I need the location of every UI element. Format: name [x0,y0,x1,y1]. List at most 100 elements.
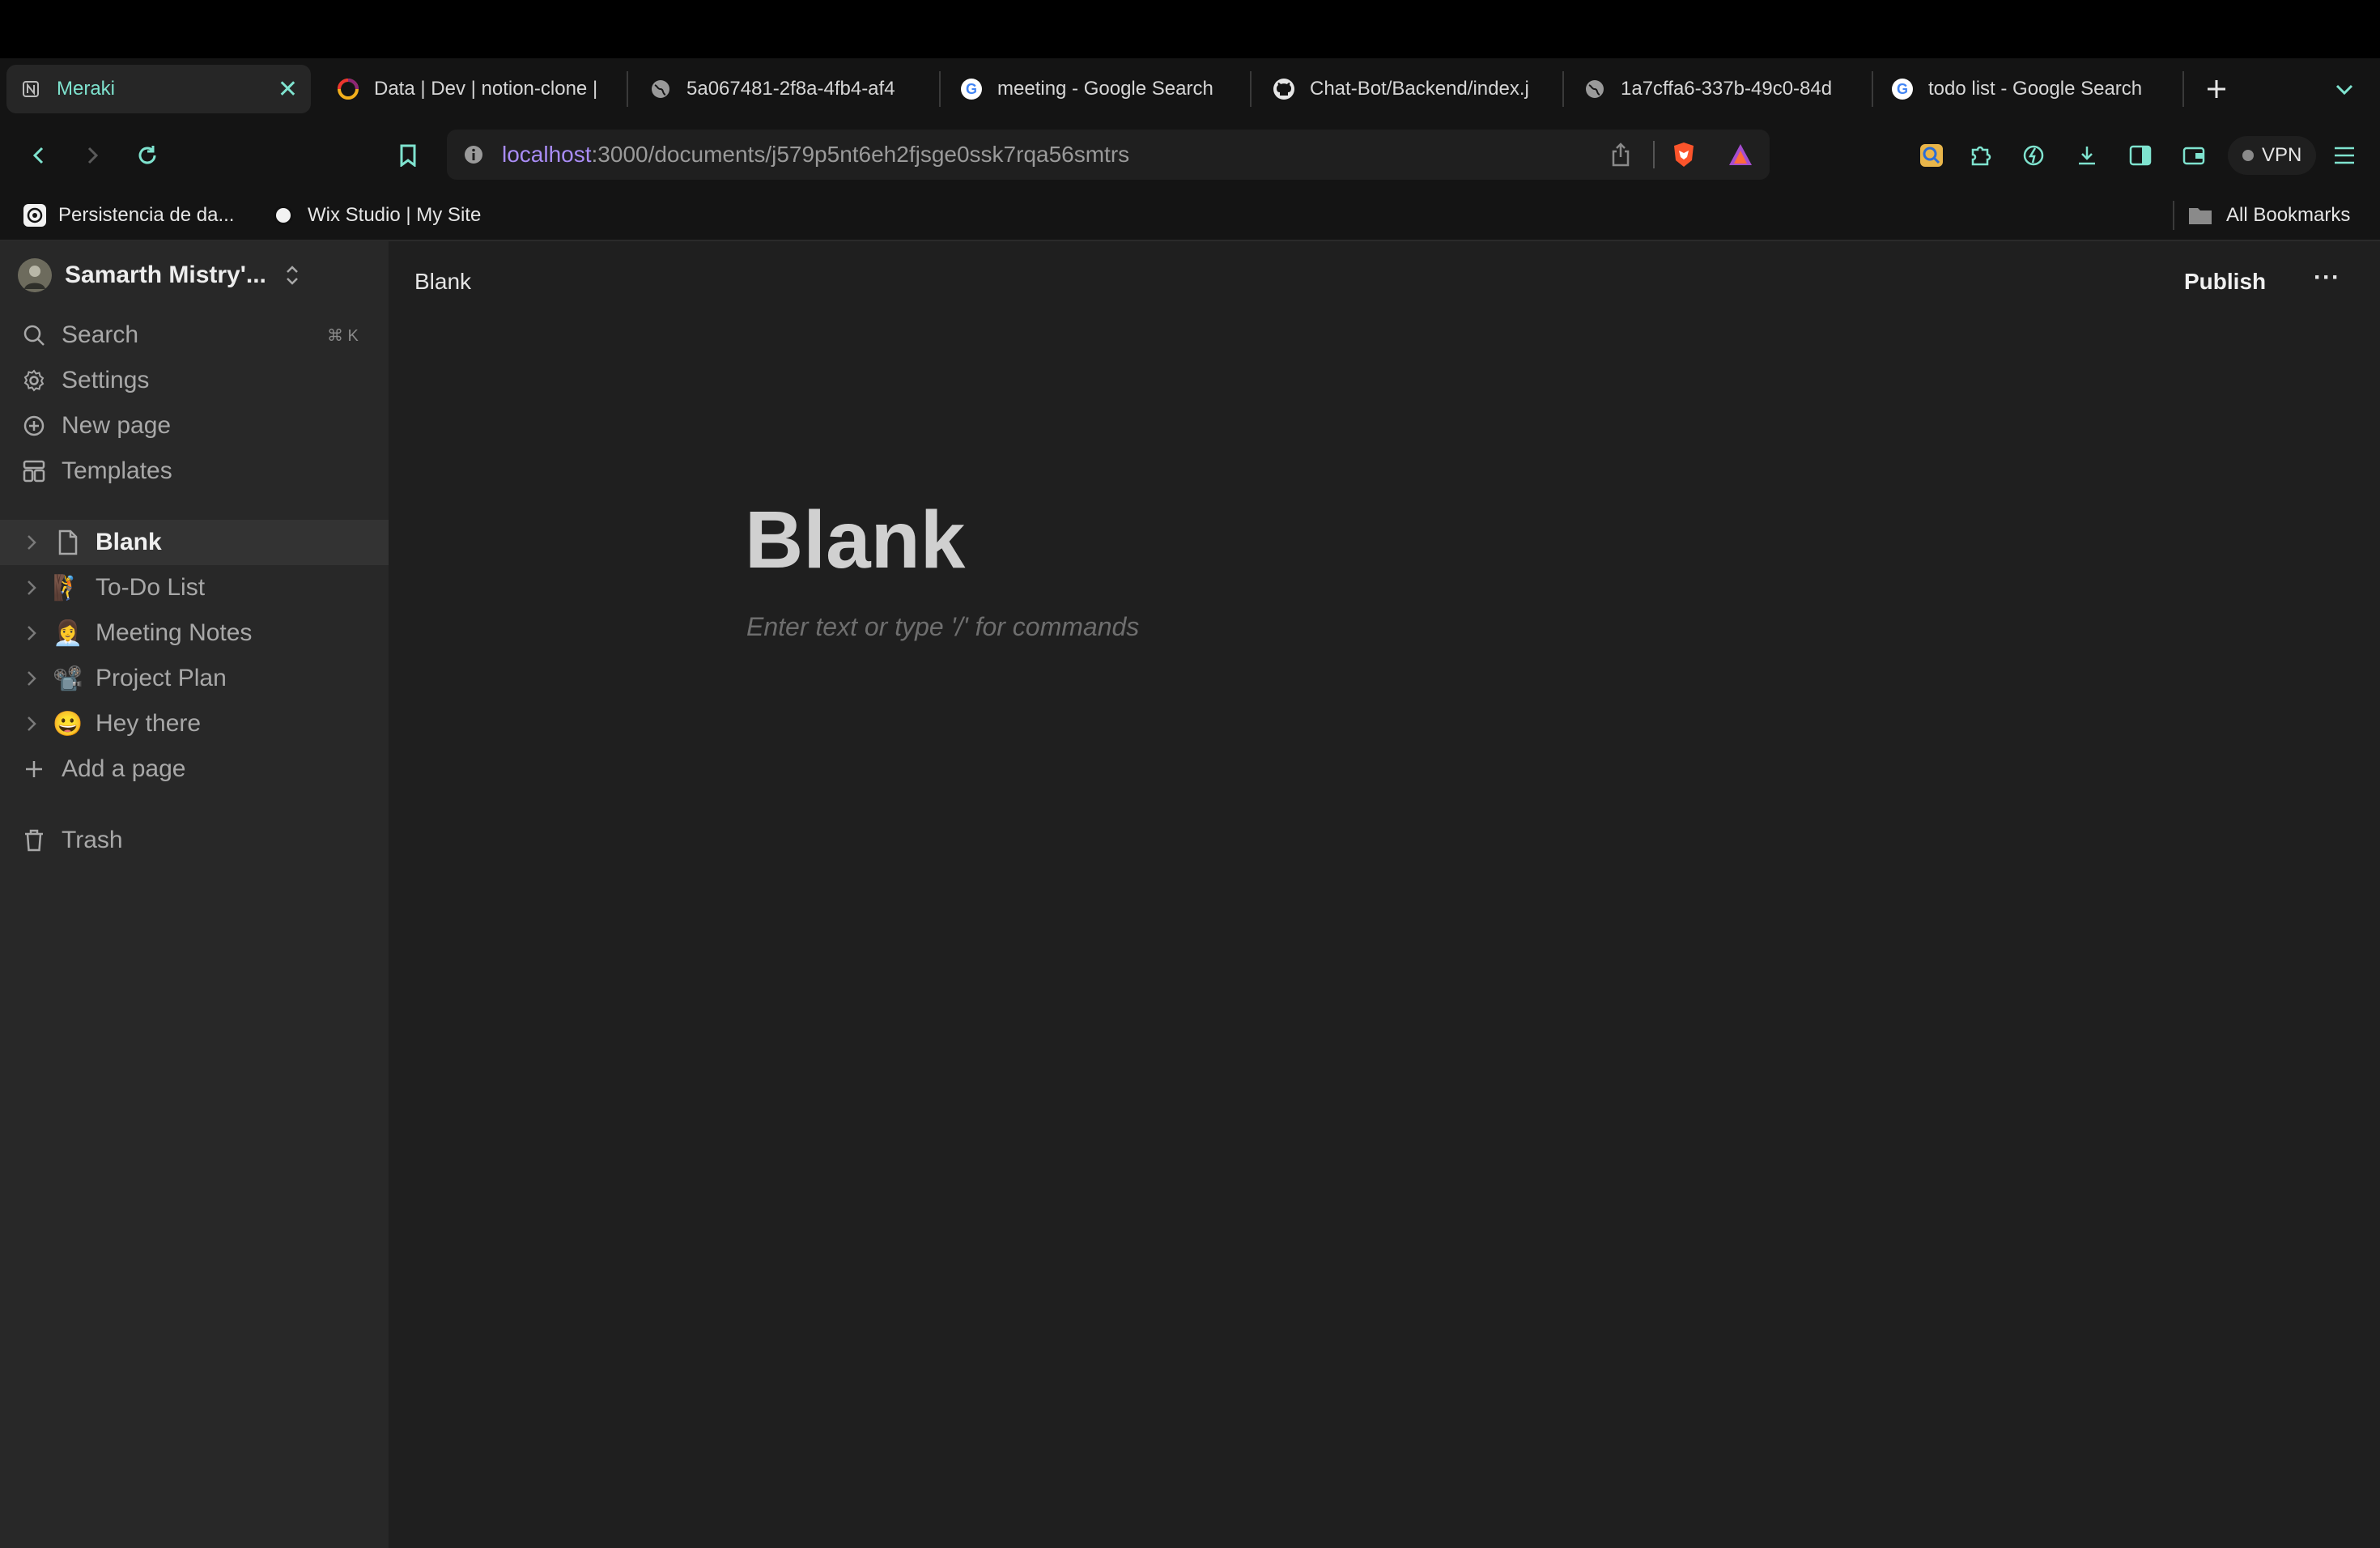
tab-separator [939,71,941,107]
sidebar-new-page[interactable]: New page [0,403,389,449]
google-icon: G [960,78,983,100]
editor-placeholder[interactable]: Enter text or type '/' for commands [746,612,1139,642]
chevron-right-icon[interactable] [19,534,44,551]
tab-strip: Meraki ✕ Data | Dev | notion-clone | 5a0… [0,58,2380,120]
sidebar-page-blank[interactable]: Blank [0,520,389,565]
vpn-button[interactable]: VPN [2228,136,2317,175]
workspace-switcher[interactable]: Samarth Mistry'... [0,251,389,300]
plus-circle-icon [18,414,50,438]
sidebar-page-meeting-notes[interactable]: 👩‍💼 Meeting Notes [0,610,389,656]
share-icon[interactable] [1609,142,1632,167]
file-icon [52,529,84,555]
divider [2173,201,2174,230]
bookmark-label: Wix Studio | My Site [308,204,482,226]
document-area: Blank Publish ··· Blank Enter text or ty… [389,241,2380,1548]
convex-icon [337,78,359,100]
svg-text:G: G [1897,81,1908,97]
all-bookmarks[interactable]: All Bookmarks [2187,199,2350,232]
chevron-right-icon[interactable] [19,624,44,642]
tab-github[interactable]: Chat-Bot/Backend/index.j [1260,65,1556,113]
back-icon[interactable] [19,136,58,175]
tab-separator [1872,71,1873,107]
bookmark-icon[interactable] [389,136,427,175]
page-label: Hey there [96,710,202,737]
tab-separator [1562,71,1564,107]
reload-icon[interactable] [128,136,167,175]
tab-list-chevron-icon[interactable] [2325,70,2364,108]
globe-icon [649,78,672,100]
new-page-label: New page [62,412,172,439]
breadcrumb[interactable]: Blank [414,269,471,295]
sidebar-page-project-plan[interactable]: 📽️ Project Plan [0,656,389,701]
download-icon[interactable] [2068,136,2106,175]
sidebar-trash[interactable]: Trash [0,818,389,863]
tab-label: todo list - Google Search [1928,78,2143,100]
sidebar-templates[interactable]: Templates [0,449,389,494]
chevron-right-icon[interactable] [19,670,44,687]
folder-icon [2187,205,2213,226]
tab-google-meeting[interactable]: G meeting - Google Search [947,65,1247,113]
add-page-label: Add a page [62,755,186,782]
sidebar-search[interactable]: Search ⌘ K [0,313,389,358]
page-label: Meeting Notes [96,619,253,646]
browser-toolbar: localhost:3000/documents/j579p5nt6eh2fjs… [0,120,2380,191]
tab-google-todo[interactable]: G todo list - Google Search [1878,65,2173,113]
tab-separator [627,71,628,107]
github-icon [1273,78,1295,100]
plus-icon [18,758,50,780]
bookmark-persistencia[interactable]: Persistencia de da... [23,199,234,232]
document-title[interactable]: Blank [745,494,965,587]
trash-icon [18,828,50,853]
openai-icon [23,203,47,228]
search-label: Search [62,321,139,348]
url-host: localhost [502,142,592,167]
speedreader-icon[interactable] [2014,136,2053,175]
templates-label: Templates [62,457,172,484]
tab-convex[interactable]: Data | Dev | notion-clone | [324,65,623,113]
page-emoji: 👩‍💼 [53,619,83,647]
menu-icon[interactable] [2325,136,2364,175]
new-tab-icon[interactable] [2197,70,2236,108]
leo-ai-icon[interactable] [1912,136,1951,175]
tab-label: meeting - Google Search [997,78,1213,100]
search-shortcut: ⌘ K [327,326,359,345]
brave-rewards-icon[interactable] [1728,142,1753,167]
tab-label: 1a7cffa6-337b-49c0-84d [1621,78,1833,100]
chevron-right-icon[interactable] [19,579,44,597]
chevron-right-icon[interactable] [19,715,44,733]
site-info-icon[interactable] [463,144,484,165]
wix-icon [272,204,295,227]
brave-shields-icon[interactable] [1671,141,1697,168]
title-bar [0,0,2380,58]
search-icon [18,323,50,347]
bookmark-label: Persistencia de da... [58,204,235,226]
google-icon: G [1891,78,1914,100]
all-bookmarks-label: All Bookmarks [2226,204,2351,226]
sidebar: Samarth Mistry'... Search ⌘ K Settings N… [0,241,389,1548]
avatar [18,258,52,292]
address-bar[interactable]: localhost:3000/documents/j579p5nt6eh2fjs… [447,130,1770,180]
tab-meraki[interactable]: Meraki ✕ [6,65,311,113]
page-emoji: 📽️ [53,665,83,692]
tab-label: 5a067481-2f8a-4fb4-af4 [686,78,895,100]
wallet-icon[interactable] [2174,136,2213,175]
publish-button[interactable]: Publish [2184,269,2266,295]
sidebar-settings[interactable]: Settings [0,358,389,403]
workspace-name: Samarth Mistry'... [65,262,266,288]
forward-icon[interactable] [73,136,112,175]
bookmark-wix-studio[interactable]: Wix Studio | My Site [272,199,481,232]
sidebar-toggle-icon[interactable] [2121,136,2160,175]
sidebar-page-todo[interactable]: 🧗 To-Do List [0,565,389,610]
chevron-up-down-icon [284,263,300,287]
page-label: To-Do List [96,574,206,601]
globe-icon [1583,78,1606,100]
close-icon[interactable]: ✕ [278,75,298,104]
sidebar-add-page[interactable]: Add a page [0,746,389,792]
extensions-icon[interactable] [1961,136,2000,175]
tab-doc-id-1[interactable]: 5a067481-2f8a-4fb4-af4 [636,65,931,113]
more-options-icon[interactable]: ··· [2314,264,2340,291]
tab-label: Meraki [57,78,116,100]
sidebar-page-hey-there[interactable]: 😀 Hey there [0,701,389,746]
tab-doc-id-2[interactable]: 1a7cffa6-337b-49c0-84d [1570,65,1865,113]
url-text[interactable]: localhost:3000/documents/j579p5nt6eh2fjs… [502,142,1129,168]
